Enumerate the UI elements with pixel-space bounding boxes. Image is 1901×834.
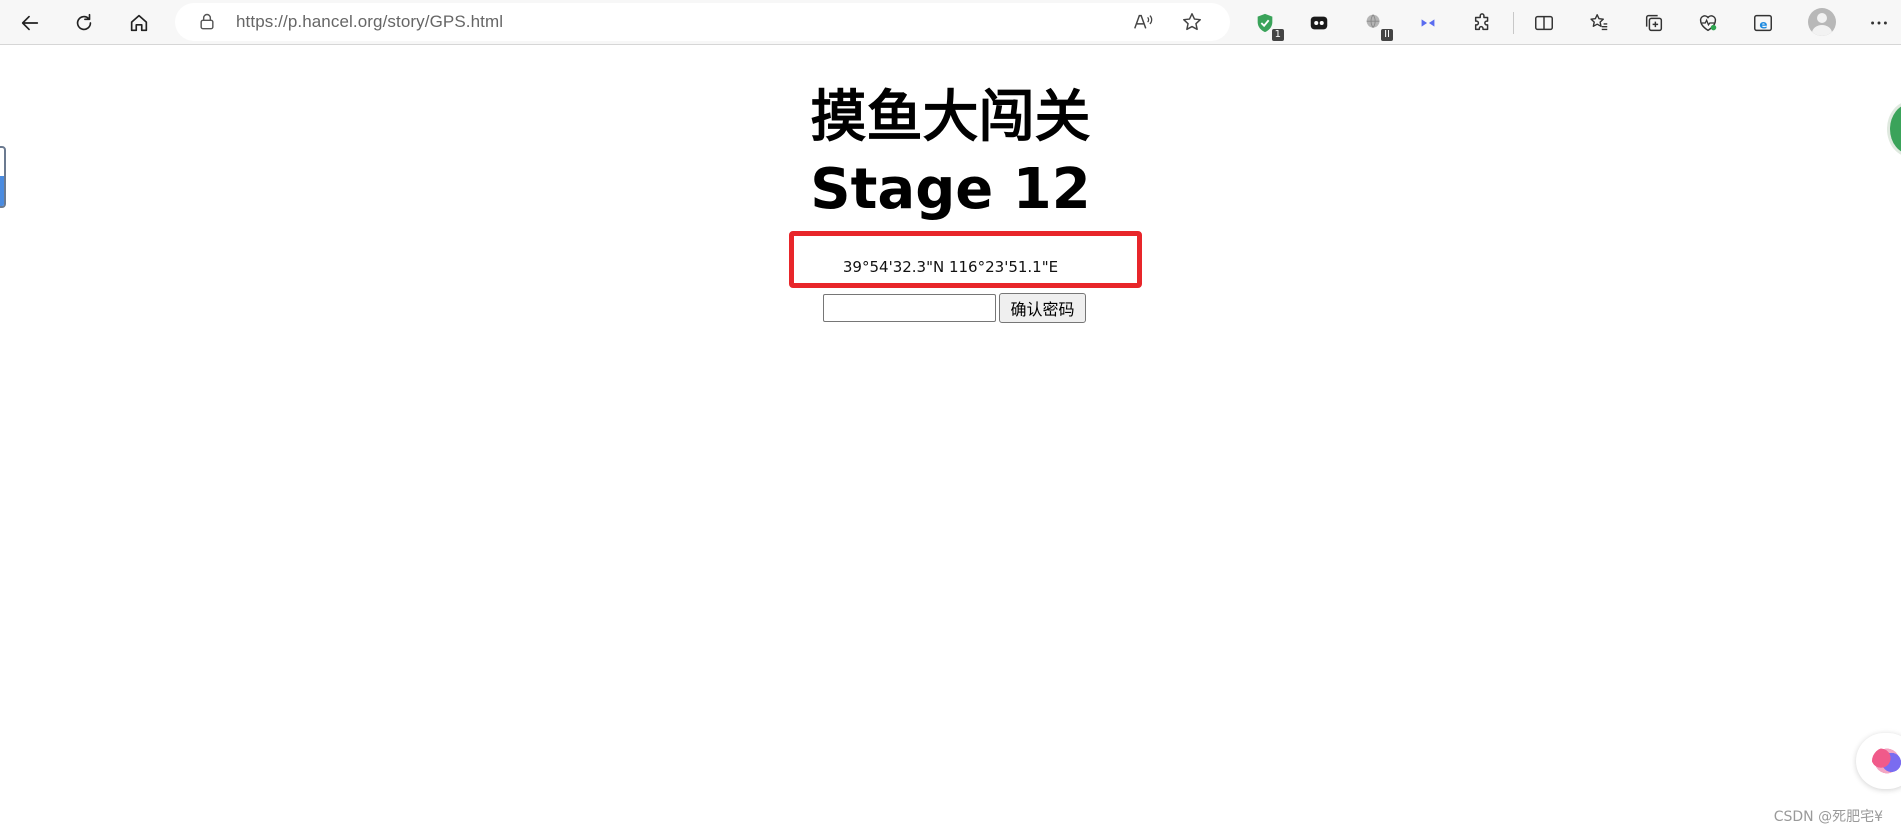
home-button[interactable] <box>122 6 156 40</box>
settings-more-button[interactable] <box>1862 6 1896 40</box>
profile-avatar[interactable] <box>1808 8 1836 36</box>
url-path: /story/GPS.html <box>382 12 504 31</box>
confirm-password-button[interactable]: 确认密码 <box>999 293 1086 323</box>
favorites-list-icon <box>1590 14 1608 31</box>
extension-dark-button[interactable] <box>1302 6 1336 40</box>
svg-text:e: e <box>1759 18 1767 32</box>
browser-essentials-button[interactable] <box>1691 6 1725 40</box>
stage-heading: Stage 12 <box>810 157 1091 222</box>
url-host: https://p.hancel.org <box>236 12 383 31</box>
extensions-button[interactable] <box>1466 6 1500 40</box>
back-arrow-icon <box>21 15 39 31</box>
collections-button[interactable] <box>1637 6 1671 40</box>
split-screen-button[interactable] <box>1527 6 1561 40</box>
address-bar[interactable]: https://p.hancel.org/story/GPS.html <box>175 3 1230 41</box>
paused-badge: II <box>1381 29 1393 41</box>
ie-mode-button[interactable]: e <box>1746 6 1780 40</box>
toolbar-separator <box>1513 12 1514 34</box>
extension-blue-button[interactable] <box>1411 6 1445 40</box>
back-button[interactable] <box>13 6 47 40</box>
favorites-button[interactable] <box>1582 6 1616 40</box>
page-title: 摸鱼大闯关 <box>810 85 1091 150</box>
more-dots-icon <box>1871 21 1887 25</box>
ie-mode-icon: e <box>1754 14 1772 32</box>
read-aloud-icon[interactable] <box>1132 11 1154 33</box>
browser-toolbar: https://p.hancel.org/story/GPS.html 1 II… <box>0 0 1901 45</box>
puzzle-icon <box>1474 13 1489 31</box>
password-input[interactable] <box>823 294 996 322</box>
extension-shield-button[interactable]: 1 <box>1248 6 1284 41</box>
split-screen-icon <box>1535 15 1553 31</box>
extension-paused-button[interactable]: II <box>1357 6 1393 41</box>
refresh-button[interactable] <box>67 6 101 40</box>
annotation-highlight-box <box>789 231 1142 288</box>
home-icon <box>130 14 148 32</box>
heart-pulse-icon <box>1699 15 1717 32</box>
floating-assistant-button[interactable] <box>1856 733 1901 789</box>
bowtie-extension-icon <box>1421 19 1435 27</box>
brain-icon <box>1872 747 1901 775</box>
dark-extension-icon <box>1310 16 1328 30</box>
extension-badge: 1 <box>1271 29 1284 41</box>
refresh-icon <box>76 13 92 31</box>
collections-icon <box>1645 14 1663 32</box>
watermark-text: CSDN @死肥宅¥ <box>1773 809 1883 825</box>
favorite-star-icon[interactable] <box>1181 11 1203 33</box>
lock-icon <box>200 13 214 30</box>
url-text: https://p.hancel.org/story/GPS.html <box>236 12 503 32</box>
